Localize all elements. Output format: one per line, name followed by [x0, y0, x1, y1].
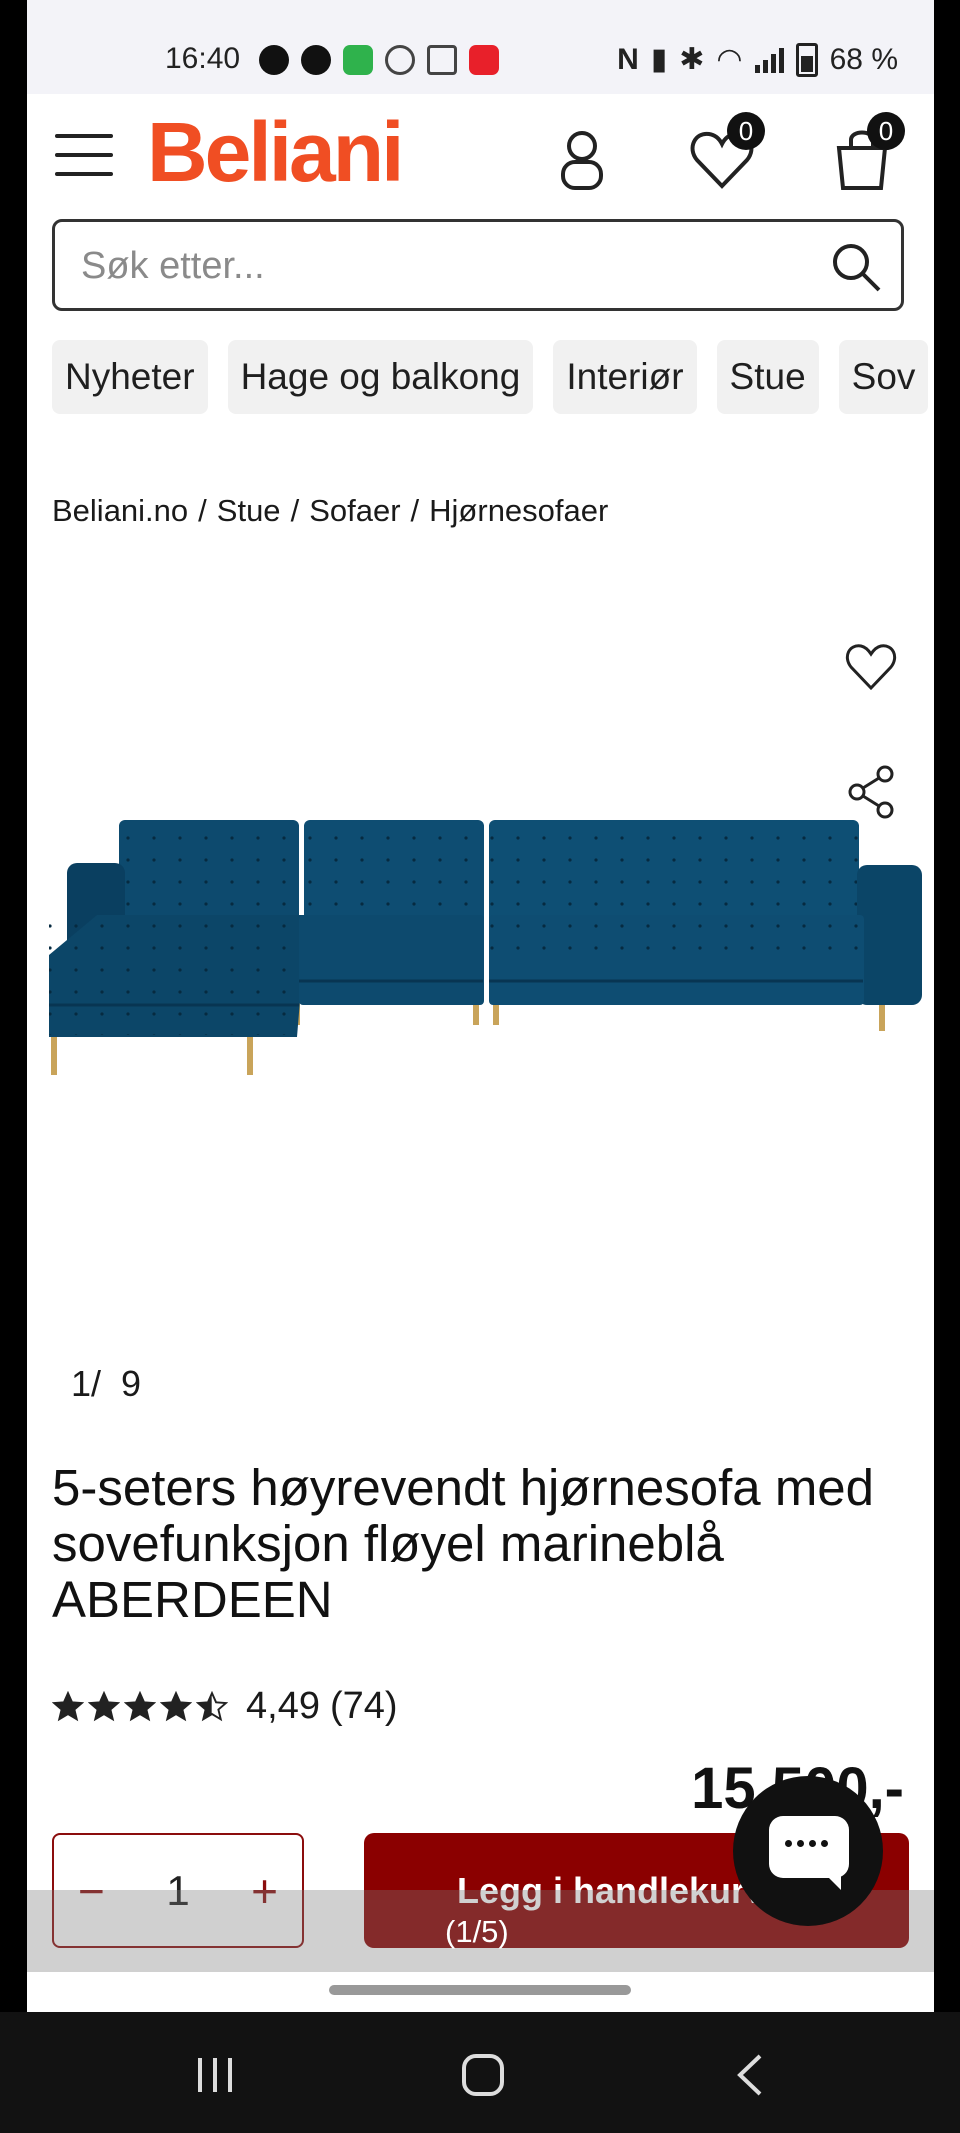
category-stue[interactable]: Stue	[716, 340, 819, 414]
breadcrumb: Beliani.no / Stue / Sofaer / Hjørnesofae…	[52, 493, 608, 529]
star-icon	[196, 1690, 228, 1721]
category-nyheter[interactable]: Nyheter	[52, 340, 208, 414]
star-icon	[160, 1690, 192, 1721]
wifi-icon: ◠	[716, 43, 743, 76]
star-icon	[88, 1690, 120, 1721]
recent-apps-icon[interactable]	[190, 2050, 240, 2100]
coop-icon	[301, 45, 331, 75]
rating-count: (74)	[329, 1685, 398, 1727]
search-icon[interactable]	[829, 240, 883, 294]
breadcrumb-separator: /	[410, 493, 420, 528]
breadcrumb-stue[interactable]: Stue	[217, 493, 281, 529]
star-icon	[124, 1690, 156, 1721]
product-image[interactable]	[37, 805, 927, 1080]
menu-button[interactable]	[55, 134, 113, 178]
status-time: 16:40	[165, 42, 241, 75]
cart-button[interactable]: 0	[827, 112, 905, 194]
signal-icon	[754, 47, 784, 73]
category-sov[interactable]: Sov	[838, 340, 929, 414]
wishlist-count-badge: 0	[727, 112, 765, 150]
search-input[interactable]	[79, 238, 803, 294]
add-to-wishlist-icon[interactable]	[843, 638, 899, 694]
home-icon[interactable]	[458, 2050, 508, 2100]
vibrate-icon: ▮	[650, 43, 668, 76]
gesture-handle[interactable]	[329, 1985, 631, 1995]
search-box	[52, 219, 904, 311]
bluetooth-icon: ✱	[679, 43, 705, 76]
screen: 16:40 N ▮ ✱ ◠ 68 % Beliani 0 0 Søk etter…	[27, 0, 934, 2012]
app-update-icon	[343, 45, 373, 75]
status-indicators: N ▮ ✱ ◠ 68 %	[617, 42, 898, 77]
category-interior[interactable]: Interiør	[553, 340, 697, 414]
rating-value: 4,49	[246, 1685, 320, 1727]
star-icon	[52, 1690, 84, 1721]
wishlist-button[interactable]: 0	[687, 112, 765, 194]
breadcrumb-home[interactable]: Beliani.no	[52, 493, 188, 529]
user-icon	[561, 131, 603, 190]
battery-icon	[795, 42, 818, 77]
category-hage-og-balkong[interactable]: Hage og balkong	[227, 340, 534, 414]
breadcrumb-sofaer[interactable]: Sofaer	[309, 493, 400, 529]
breadcrumb-separator: /	[290, 493, 300, 528]
nfc-icon: N	[617, 42, 639, 76]
zoom-app-icon	[469, 45, 499, 75]
back-icon[interactable]	[726, 2050, 776, 2100]
image-counter: 1/ 9	[71, 1363, 142, 1404]
image-counter-total: 9	[121, 1363, 142, 1404]
pinwheel-icon	[427, 45, 457, 75]
logo[interactable]: Beliani	[147, 104, 404, 201]
product-rating[interactable]: 4,49 (74)	[52, 1685, 398, 1728]
cart-count-badge: 0	[867, 112, 905, 150]
battery-text: 68 %	[829, 42, 898, 76]
system-nav-bar	[0, 2012, 960, 2133]
product-title: 5-seters høyrevendt hjørnesofa med sovef…	[52, 1459, 875, 1628]
status-bar: 16:40 N ▮ ✱ ◠ 68 %	[27, 0, 934, 94]
messenger-icon	[259, 45, 289, 75]
club-crest-icon	[385, 45, 415, 75]
category-nav: Nyheter Hage og balkong Interiør Stue So…	[52, 340, 929, 414]
chat-button[interactable]	[733, 1776, 883, 1926]
breadcrumb-separator: /	[198, 493, 207, 528]
breadcrumb-hjornesofaer[interactable]: Hjørnesofaer	[429, 493, 608, 529]
rating-stars	[52, 1690, 228, 1723]
site-header: Beliani 0 0	[27, 94, 934, 219]
chat-bubble-icon	[769, 1816, 849, 1890]
page-indicator: (1/5)	[445, 1914, 509, 1949]
image-counter-current: 1	[71, 1363, 92, 1404]
account-button[interactable]	[547, 124, 617, 194]
